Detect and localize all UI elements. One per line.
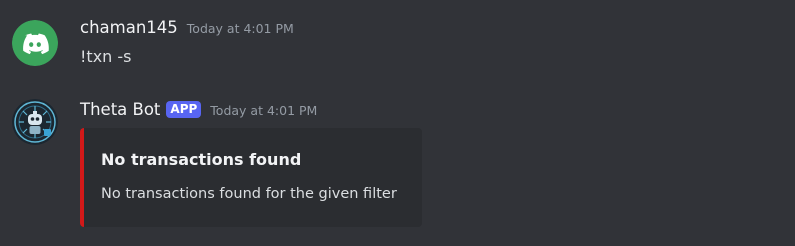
chat-messages: chaman145 Today at 4:01 PM !txn -s Theta… bbox=[0, 0, 795, 246]
bot-username[interactable]: Theta Bot bbox=[80, 100, 160, 119]
embed-title: No transactions found bbox=[101, 150, 302, 169]
message-embed: No transactions found No transactions fo… bbox=[80, 128, 422, 227]
message-content: !txn -s bbox=[80, 47, 132, 66]
robot-icon bbox=[12, 99, 58, 145]
message-header: Theta Bot APP Today at 4:01 PM bbox=[80, 100, 317, 120]
username[interactable]: chaman145 bbox=[80, 18, 178, 37]
user-avatar[interactable] bbox=[12, 20, 58, 66]
message-item: chaman145 Today at 4:01 PM !txn -s bbox=[0, 0, 795, 86]
bot-avatar[interactable] bbox=[12, 99, 58, 145]
discord-logo-icon bbox=[12, 20, 58, 66]
app-badge: APP bbox=[166, 101, 202, 118]
message-timestamp: Today at 4:01 PM bbox=[186, 21, 294, 36]
message-timestamp: Today at 4:01 PM bbox=[210, 103, 318, 118]
message-item: Theta Bot APP Today at 4:01 PM No transa… bbox=[0, 86, 795, 246]
embed-description: No transactions found for the given filt… bbox=[101, 186, 397, 202]
message-header: chaman145 Today at 4:01 PM bbox=[80, 18, 294, 37]
